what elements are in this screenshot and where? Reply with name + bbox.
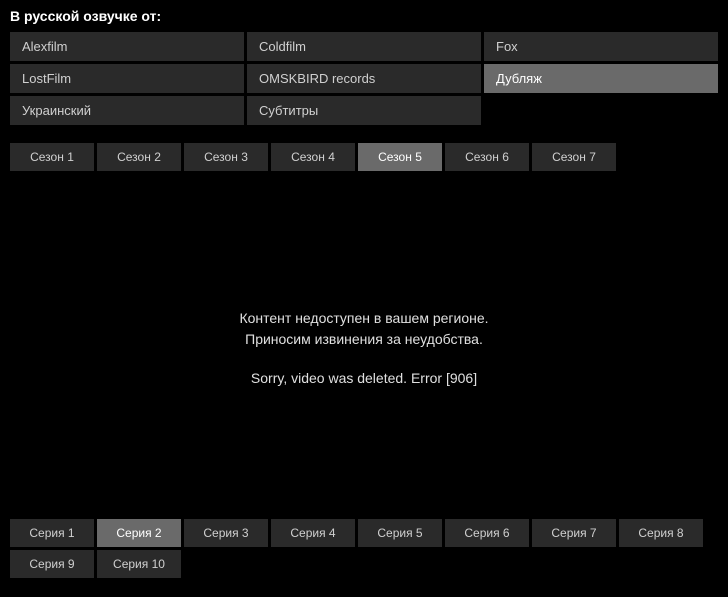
season-tab[interactable]: Сезон 7 xyxy=(532,143,616,171)
voiceover-option[interactable]: Субтитры xyxy=(247,96,481,125)
voiceover-option[interactable]: Дубляж xyxy=(484,64,718,93)
season-tab[interactable]: Сезон 4 xyxy=(271,143,355,171)
player-msg-line2: Приносим извинения за неудобства. xyxy=(239,329,488,350)
player-msg-line1: Контент недоступен в вашем регионе. xyxy=(239,308,488,329)
episode-tab[interactable]: Серия 2 xyxy=(97,519,181,547)
season-tab[interactable]: Сезон 3 xyxy=(184,143,268,171)
voiceover-option[interactable]: Coldfilm xyxy=(247,32,481,61)
season-tab[interactable]: Сезон 6 xyxy=(445,143,529,171)
episode-tab[interactable]: Серия 7 xyxy=(532,519,616,547)
voiceover-option[interactable]: Fox xyxy=(484,32,718,61)
voiceover-option[interactable]: OMSKBIRD records xyxy=(247,64,481,93)
episode-tab[interactable]: Серия 4 xyxy=(271,519,355,547)
player-msg-line3: Sorry, video was deleted. Error [906] xyxy=(251,368,477,389)
episode-tab[interactable]: Серия 5 xyxy=(358,519,442,547)
season-tab[interactable]: Сезон 5 xyxy=(358,143,442,171)
player-error-block: Контент недоступен в вашем регионе. Прин… xyxy=(239,308,488,350)
episode-tab[interactable]: Серия 3 xyxy=(184,519,268,547)
episode-tab[interactable]: Серия 8 xyxy=(619,519,703,547)
video-player-area: Контент недоступен в вашем регионе. Прин… xyxy=(10,177,718,519)
voiceover-option[interactable]: Украинский xyxy=(10,96,244,125)
episode-tab[interactable]: Серия 1 xyxy=(10,519,94,547)
voiceover-grid: AlexfilmColdfilmFox LostFilmOMSKBIRD reco… xyxy=(10,32,718,125)
voiceover-option[interactable]: Alexfilm xyxy=(10,32,244,61)
voiceover-option[interactable]: LostFilm xyxy=(10,64,244,93)
seasons-row: Сезон 1Сезон 2Сезон 3Сезон 4Сезон 5Сезон… xyxy=(10,143,718,171)
episode-tab[interactable]: Серия 10 xyxy=(97,550,181,578)
season-tab[interactable]: Сезон 1 xyxy=(10,143,94,171)
episodes-row: Серия 1Серия 2Серия 3Серия 4Серия 5Серия… xyxy=(10,519,718,578)
voiceover-heading: В русской озвучке от: xyxy=(10,8,718,24)
season-tab[interactable]: Сезон 2 xyxy=(97,143,181,171)
episode-tab[interactable]: Серия 9 xyxy=(10,550,94,578)
episode-tab[interactable]: Серия 6 xyxy=(445,519,529,547)
